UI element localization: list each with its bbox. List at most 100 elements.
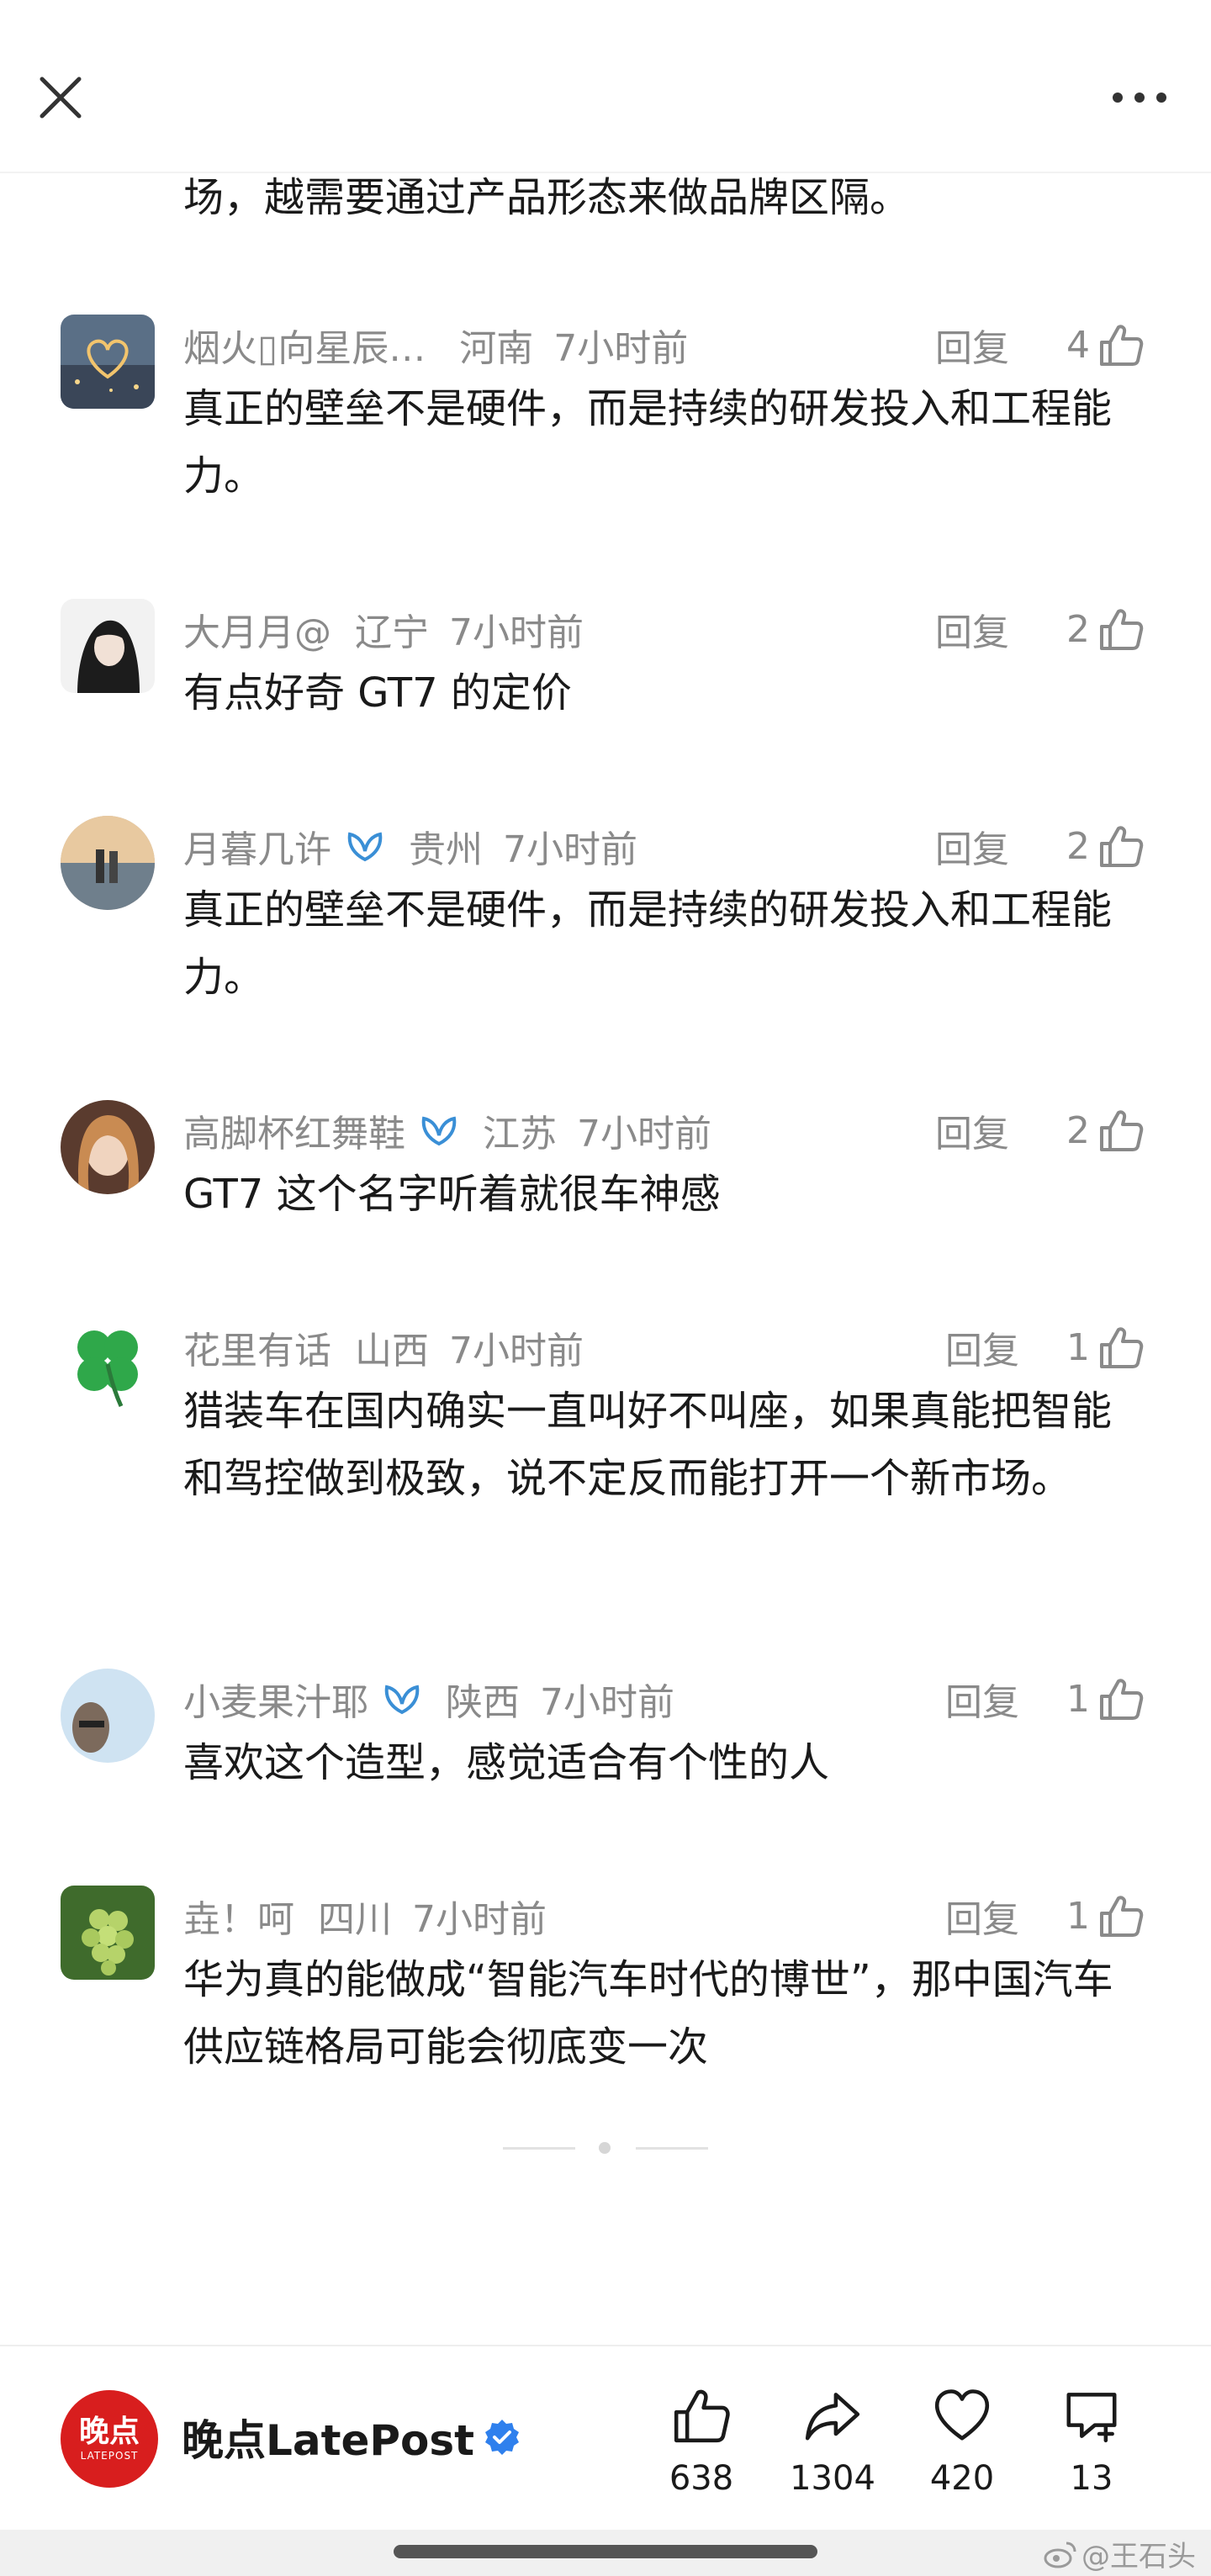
watermark-text: @王石头 <box>1081 2540 1196 2573</box>
like-count: 4 <box>1066 323 1090 367</box>
location: 贵州 <box>409 828 483 871</box>
comment-meta: 高脚杯红舞鞋 江苏 7小时前 <box>183 1100 711 1161</box>
timestamp: 7小时前 <box>540 1681 674 1724</box>
verified-badge <box>382 1682 422 1716</box>
comment-meta: 月暮几许 贵州 7小时前 <box>183 816 637 876</box>
reply-button[interactable]: 回复 <box>935 315 1009 375</box>
brand-name-text: 晚点LatePost <box>182 2416 475 2465</box>
like-action-button[interactable]: 638 <box>651 2382 752 2498</box>
username[interactable]: 烟火▯向星辰… <box>183 318 426 372</box>
pager-indicator <box>503 2140 708 2156</box>
clover-icon <box>61 1317 155 1411</box>
comment-text: 猎装车在国内确实一直叫好不叫座，如果真能把智能和驾控做到极致，说不定反而能打开一… <box>183 1388 1113 1502</box>
like-count: 638 <box>669 2459 734 2498</box>
pager-line-left <box>503 2147 575 2150</box>
thumbs-up-icon <box>674 2389 730 2443</box>
top-bar <box>0 0 1211 173</box>
location: 辽宁 <box>355 611 429 654</box>
avatar[interactable] <box>61 816 155 910</box>
username[interactable]: 小麦果汁耶 <box>183 1672 368 1726</box>
username[interactable]: 高脚杯红舞鞋 <box>183 1103 405 1157</box>
home-indicator[interactable] <box>394 2545 817 2558</box>
favorite-count: 420 <box>929 2459 995 2498</box>
timestamp: 7小时前 <box>577 1113 711 1156</box>
avatar[interactable] <box>61 315 155 409</box>
thumbs-up-icon <box>1100 1679 1144 1720</box>
comment-action-button[interactable]: 13 <box>1041 2382 1142 2498</box>
like-count: 2 <box>1066 607 1090 651</box>
brand-name[interactable]: 晚点LatePost <box>182 2407 521 2468</box>
thumbs-up-icon <box>1100 1110 1144 1151</box>
reply-button[interactable]: 回复 <box>935 1100 1009 1161</box>
like-button[interactable]: 1 <box>1066 1669 1144 1729</box>
reply-button[interactable]: 回复 <box>935 599 1009 659</box>
verified-leaf-icon <box>384 1685 420 1715</box>
share-action-button[interactable]: 1304 <box>782 2382 883 2498</box>
more-icon <box>1113 93 1166 103</box>
bottom-action-bar: 晚点 LATEPOST 晚点LatePost 638 1304 420 13 <box>0 2345 1211 2530</box>
comment-meta: 垚！呵 四川 7小时前 <box>183 1886 547 1946</box>
thumbs-up-icon <box>1100 1896 1144 1937</box>
like-button[interactable]: 1 <box>1066 1886 1144 1946</box>
reply-button[interactable]: 回复 <box>935 816 1009 876</box>
like-count: 1 <box>1066 1894 1090 1938</box>
brand-logo[interactable]: 晚点 LATEPOST <box>61 2390 158 2488</box>
comment-text: 真正的壁垒不是硬件，而是持续的研发投入和工程能力。 <box>183 385 1113 500</box>
comment-meta: 烟火▯向星辰… 河南 7小时前 <box>183 315 688 375</box>
favorite-action-button[interactable]: 420 <box>912 2382 1013 2498</box>
thumbs-up-icon <box>1100 1327 1144 1368</box>
pager-dot <box>599 2142 611 2154</box>
like-button[interactable]: 1 <box>1066 1317 1144 1378</box>
home-indicator-area: @王石头 <box>0 2530 1211 2576</box>
username[interactable]: 花里有话 <box>183 1320 331 1374</box>
close-button[interactable] <box>30 67 91 128</box>
watermark: @王石头 <box>1043 2533 1196 2574</box>
timestamp: 7小时前 <box>553 327 689 370</box>
avatar[interactable] <box>61 1886 155 1980</box>
location: 江苏 <box>483 1113 557 1156</box>
comment-add-icon <box>1066 2393 1117 2443</box>
avatar[interactable] <box>61 1669 155 1763</box>
timestamp: 7小时前 <box>503 828 637 871</box>
comment-meta: 花里有话 山西 7小时前 <box>183 1317 584 1378</box>
username[interactable]: 月暮几许 <box>183 819 331 873</box>
avatar[interactable] <box>61 1100 155 1194</box>
avatar[interactable] <box>61 599 155 693</box>
heart-icon <box>934 2389 990 2441</box>
location: 河南 <box>459 327 534 370</box>
comment-text: GT7 这个名字听着就很车神感 <box>183 1171 721 1218</box>
weibo-icon <box>1044 2542 1076 2568</box>
thumbs-up-icon <box>1100 826 1144 867</box>
share-icon <box>805 2393 860 2441</box>
like-count: 2 <box>1066 824 1090 868</box>
location: 四川 <box>318 1898 392 1941</box>
reply-button[interactable]: 回复 <box>945 1669 1019 1729</box>
verified-leaf-icon <box>347 832 383 862</box>
comment-text: 有点好奇 GT7 的定价 <box>183 669 572 717</box>
username[interactable]: 垚！呵 <box>183 1889 294 1943</box>
location: 陕西 <box>446 1681 520 1724</box>
avatar[interactable] <box>61 1317 155 1411</box>
like-button[interactable]: 2 <box>1066 816 1144 876</box>
like-button[interactable]: 4 <box>1066 315 1144 375</box>
share-count: 1304 <box>790 2459 875 2498</box>
timestamp: 7小时前 <box>449 611 584 654</box>
brand-logo-subtext: LATEPOST <box>80 2450 139 2462</box>
comment-text: 喜欢这个造型，感觉适合有个性的人 <box>183 1739 830 1786</box>
like-button[interactable]: 2 <box>1066 1100 1144 1161</box>
location: 山西 <box>355 1330 429 1373</box>
more-options-button[interactable] <box>1102 72 1177 123</box>
verified-leaf-icon <box>421 1116 457 1146</box>
timestamp: 7小时前 <box>412 1898 547 1941</box>
verified-badge <box>419 1113 459 1147</box>
username[interactable]: 大月月@ <box>183 602 331 656</box>
verified-badge <box>345 829 385 863</box>
verified-check-icon <box>485 2420 520 2455</box>
timestamp: 7小时前 <box>449 1330 584 1373</box>
like-count: 1 <box>1066 1325 1090 1369</box>
reply-button[interactable]: 回复 <box>945 1886 1019 1946</box>
thumbs-up-icon <box>1100 609 1144 650</box>
like-button[interactable]: 2 <box>1066 599 1144 659</box>
reply-button[interactable]: 回复 <box>945 1317 1019 1378</box>
comment-text: 真正的壁垒不是硬件，而是持续的研发投入和工程能力。 <box>183 886 1113 1001</box>
